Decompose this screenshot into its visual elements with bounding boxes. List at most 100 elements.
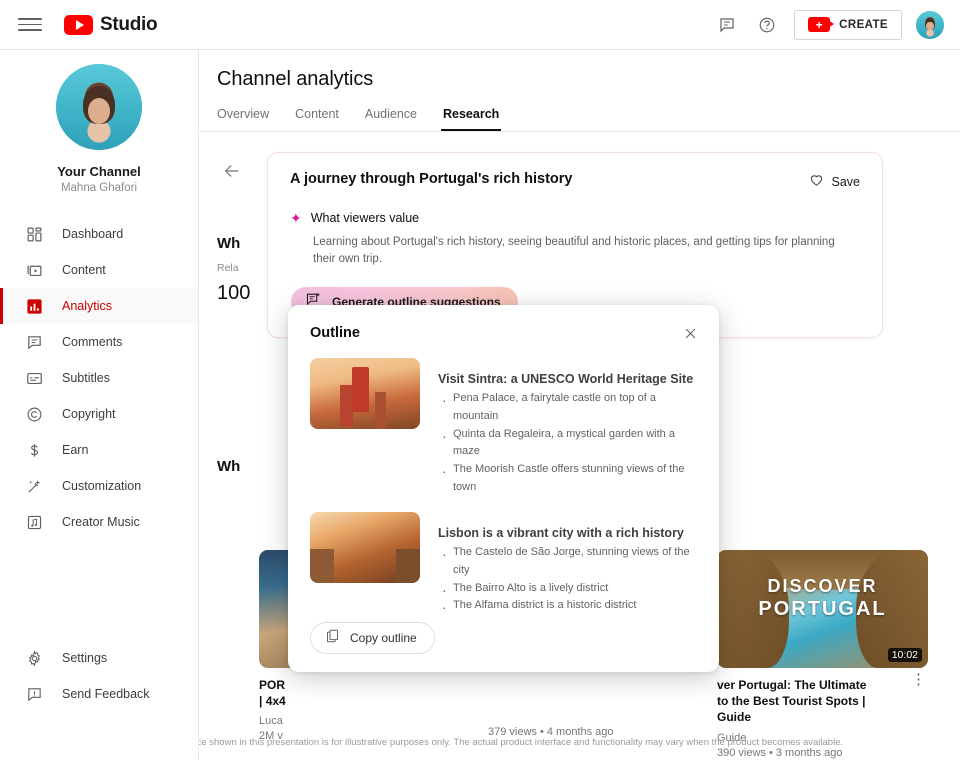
youtube-studio-app: Studio + CREATE Your Channel Mahna Ghafo… (0, 0, 960, 760)
gear-icon (22, 646, 46, 670)
sidebar-label: Comments (62, 335, 123, 349)
copy-icon (325, 628, 340, 648)
outline-bullet: The Castelo de São Jorge, stunning views… (438, 543, 701, 580)
video-title-line: to the Best Tourist Spots | (717, 694, 866, 709)
sidebar-label: Analytics (62, 299, 113, 313)
top-bar: Studio + CREATE (0, 0, 960, 50)
sidebar-item-comments[interactable]: Comments (0, 324, 198, 360)
background-heading-2: Wh (217, 458, 241, 475)
heart-icon (808, 171, 825, 193)
video-duration: 10:02 (887, 648, 922, 662)
tab-research[interactable]: Research (440, 107, 502, 131)
channel-title: Your Channel (57, 164, 141, 179)
outline-bullet: Quinta da Regaleira, a mystical garden w… (438, 425, 701, 462)
help-icon[interactable] (754, 12, 780, 38)
sparkle-icon: ✦ (290, 210, 302, 226)
outline-item-bullets: The Castelo de São Jorge, stunning views… (438, 543, 701, 616)
sintra-thumbnail (310, 358, 420, 429)
youtube-logo-icon (64, 14, 93, 35)
outline-item-bullets: Pena Palace, a fairytale castle on top o… (438, 389, 701, 497)
earn-icon (22, 438, 46, 462)
tab-overview[interactable]: Overview (217, 107, 269, 131)
background-sub-1: Rela (217, 262, 239, 274)
sidebar-item-earn[interactable]: Earn (0, 432, 198, 468)
what-viewers-value-description: Learning about Portugal's rich history, … (313, 236, 835, 265)
sidebar-label: Earn (62, 443, 89, 457)
create-button[interactable]: + CREATE (794, 9, 902, 40)
sidebar-label: Customization (62, 479, 142, 493)
background-section-2: Wh (217, 458, 240, 475)
subtitles-icon (22, 366, 46, 390)
tab-audience[interactable]: Audience (365, 107, 417, 131)
top-bar-actions: + CREATE (714, 9, 944, 40)
studio-brand[interactable]: Studio (64, 13, 158, 36)
outline-item-heading: Lisbon is a vibrant city with a rich his… (438, 525, 684, 540)
back-button[interactable] (221, 160, 243, 182)
close-icon[interactable] (679, 322, 701, 344)
save-button[interactable]: Save (808, 171, 861, 193)
outline-modal-header: Outline (288, 305, 719, 344)
sidebar-item-customization[interactable]: Customization (0, 468, 198, 504)
hamburger-icon[interactable] (18, 13, 42, 37)
sidebar-bottom-nav: Settings Send Feedback (0, 640, 198, 712)
copyright-icon (22, 402, 46, 426)
outline-item-heading: Visit Sintra: a UNESCO World Heritage Si… (438, 372, 694, 386)
analytics-icon (22, 294, 46, 318)
outline-item[interactable]: Lisbon is a vibrant city with a rich his… (310, 511, 701, 616)
sidebar-item-settings[interactable]: Settings (0, 640, 198, 676)
outline-modal: Outline Visit Sintra: a UNESCO World Her… (288, 305, 719, 672)
channel-block: Your Channel Mahna Ghafori (0, 50, 198, 194)
sidebar-item-content[interactable]: Content (0, 252, 198, 288)
video-title-line: Guide (717, 710, 752, 725)
copy-outline-label: Copy outline (350, 631, 417, 645)
tab-content[interactable]: Content (295, 107, 339, 131)
video-meta: 390 views • 3 months ago (717, 746, 843, 759)
video-title: ver Portugal: The Ultimate to the Best T… (717, 677, 928, 726)
what-viewers-value-row: ✦ What viewers value (290, 211, 860, 225)
video-camera-icon: + (808, 17, 835, 32)
outline-item[interactable]: Visit Sintra: a UNESCO World Heritage Si… (310, 358, 701, 497)
outline-bullet: The Moorish Castle offers stunning views… (438, 460, 701, 497)
background-heading-1: Wh (217, 235, 241, 252)
channel-name: Mahna Ghafori (60, 182, 138, 194)
sidebar-label: Send Feedback (62, 687, 150, 701)
sidebar-nav: Dashboard Content Analytics Comments Sub… (0, 216, 198, 540)
send-feedback-icon (22, 682, 46, 706)
outline-bullet: The Bairro Alto is a lively district (438, 579, 701, 601)
sidebar-item-copyright[interactable]: Copyright (0, 396, 198, 432)
outline-bullet: The Alfama district is a historic distri… (438, 596, 701, 616)
thumbnail-text-line-2: PORTUGAL (758, 598, 887, 620)
sidebar-item-analytics[interactable]: Analytics (0, 288, 198, 324)
sidebar-item-send-feedback[interactable]: Send Feedback (0, 676, 198, 712)
channel-avatar[interactable] (56, 64, 142, 150)
sidebar-label: Creator Music (62, 515, 140, 529)
video-title: POR | 4x4 (259, 677, 470, 709)
outline-item-text: Lisbon is a vibrant city with a rich his… (438, 512, 701, 616)
copy-outline-button[interactable]: Copy outline (310, 622, 435, 654)
brand-label: Studio (100, 13, 158, 35)
comments-icon (22, 330, 46, 354)
video-thumbnail[interactable]: DISCOVER PORTUGAL 10:02 (717, 550, 928, 668)
create-button-label: CREATE (839, 18, 888, 31)
sidebar-item-subtitles[interactable]: Subtitles (0, 360, 198, 396)
sidebar-label: Copyright (62, 407, 116, 421)
sidebar-item-creator-music[interactable]: Creator Music (0, 504, 198, 540)
sidebar-label: Dashboard (62, 227, 124, 241)
outline-item-text: Visit Sintra: a UNESCO World Heritage Si… (438, 358, 701, 497)
save-label: Save (831, 175, 861, 189)
sidebar: Your Channel Mahna Ghafori Dashboard Con… (0, 50, 199, 760)
feedback-icon[interactable] (714, 12, 740, 38)
sidebar-item-dashboard[interactable]: Dashboard (0, 216, 198, 252)
sidebar-label: Subtitles (62, 371, 110, 385)
what-viewers-value-label: What viewers value (310, 211, 420, 225)
sidebar-label: Content (62, 263, 106, 277)
avatar[interactable] (916, 10, 944, 39)
topic-card-header: A journey through Portugal's rich histor… (290, 171, 860, 193)
video-card[interactable]: DISCOVER PORTUGAL 10:02 ver Portugal: Th… (717, 550, 928, 759)
background-section-1: Wh Rela 100 (217, 235, 250, 305)
outline-list: Visit Sintra: a UNESCO World Heritage Si… (288, 344, 719, 616)
sidebar-label: Settings (62, 651, 108, 665)
more-options-icon[interactable]: ⋮ (911, 672, 926, 687)
video-channel: Luca (259, 715, 283, 728)
outline-modal-title: Outline (310, 325, 360, 341)
